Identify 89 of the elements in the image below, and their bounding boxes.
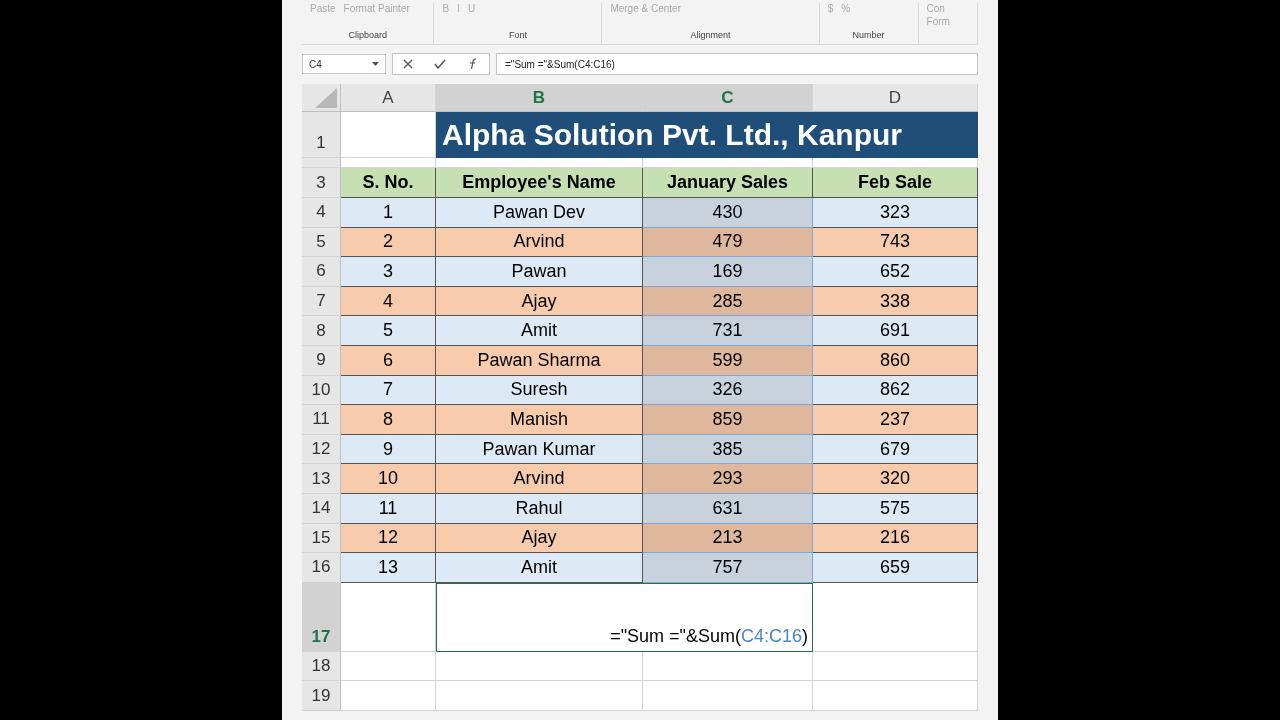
table-cell: 599 [643,345,813,376]
table-cell: 862 [813,375,978,406]
table-cell: 385 [643,434,813,465]
column-heading: Feb Sale [813,168,978,198]
table-cell: 731 [643,316,813,346]
table-cell: 652 [813,257,978,287]
column-heading: S. No. [341,168,436,198]
row-header[interactable]: 8 [302,316,341,346]
dropdown-icon [372,62,379,66]
table-cell: 213 [643,523,813,554]
table-cell: 6 [341,345,436,376]
table-cell: Ajay [436,523,643,554]
formula-field[interactable]: ="Sum ="&Sum(C4:C16) [496,53,978,75]
table-cell: 757 [643,553,813,583]
table-cell: 679 [813,434,978,465]
table-cell: Ajay [436,286,643,317]
table-cell: Arvind [436,227,643,258]
table-cell: 5 [341,316,436,346]
sheet-title: Alpha Solution Pvt. Ltd., Kanpur [436,112,978,158]
cancel-icon[interactable] [403,59,414,69]
row-header[interactable]: 14 [302,493,341,524]
table-cell: Manish [436,405,643,435]
table-cell: 216 [813,523,978,554]
table-cell: 7 [341,375,436,406]
table-cell: Rahul [436,493,643,524]
ribbon-group-label: Font [507,30,528,40]
table-cell: 430 [643,198,813,228]
row-header[interactable]: 17 [302,582,341,652]
table-cell: 4 [341,286,436,317]
table-cell: 860 [813,345,978,376]
table-cell: 479 [643,227,813,258]
column-header[interactable]: C [643,84,813,112]
row-header[interactable]: 1 [302,112,341,158]
check-icon[interactable] [434,59,446,69]
row-header[interactable]: 7 [302,286,341,317]
column-header[interactable]: B [436,84,643,112]
table-cell: 12 [341,523,436,554]
table-cell: 326 [643,375,813,406]
row-header[interactable]: 18 [302,651,341,682]
table-cell: Pawan Kumar [436,434,643,465]
table-cell: 631 [643,493,813,524]
row-header[interactable]: 6 [302,257,341,287]
table-cell: 13 [341,553,436,583]
column-heading: January Sales [643,168,813,198]
ribbon-group-label: Alignment [689,30,732,40]
table-cell: Pawan Dev [436,198,643,228]
row-header[interactable]: 4 [302,198,341,228]
ribbon-group-label: Clipboard [347,30,388,40]
table-cell: 323 [813,198,978,228]
formula-cell[interactable]: ="Sum ="&Sum(C4:C16) [436,582,813,652]
table-cell: 8 [341,405,436,435]
ribbon-group-label: Number [851,30,886,40]
row-header[interactable]: 19 [302,681,341,711]
table-cell: 320 [813,464,978,494]
row-header[interactable]: 3 [302,168,341,198]
column-heading: Employee's Name [436,168,643,198]
table-cell: 575 [813,493,978,524]
table-cell: 3 [341,257,436,287]
table-cell: 859 [643,405,813,435]
column-header[interactable]: D [813,84,978,112]
column-header[interactable]: A [341,84,436,112]
table-cell: 169 [643,257,813,287]
table-cell: Pawan [436,257,643,287]
name-box[interactable]: C4 [302,54,386,74]
table-cell: 293 [643,464,813,494]
table-cell: 2 [341,227,436,258]
row-header[interactable]: 12 [302,434,341,465]
table-cell: Suresh [436,375,643,406]
row-header[interactable]: 9 [302,345,341,376]
table-cell: Amit [436,316,643,346]
table-cell: 338 [813,286,978,317]
row-header[interactable]: 10 [302,375,341,406]
table-cell: 9 [341,434,436,465]
table-cell: Arvind [436,464,643,494]
row-header[interactable]: 11 [302,405,341,435]
table-cell: 11 [341,493,436,524]
table-cell: Pawan Sharma [436,345,643,376]
row-header[interactable]: 15 [302,523,341,554]
table-cell: 743 [813,227,978,258]
table-cell: 285 [643,286,813,317]
table-cell: Amit [436,553,643,583]
table-cell: 1 [341,198,436,228]
table-cell: 237 [813,405,978,435]
table-cell: 691 [813,316,978,346]
table-cell: 10 [341,464,436,494]
table-cell: 659 [813,553,978,583]
row-header[interactable]: 13 [302,464,341,494]
row-header[interactable]: 16 [302,553,341,583]
row-header[interactable]: 5 [302,227,341,258]
